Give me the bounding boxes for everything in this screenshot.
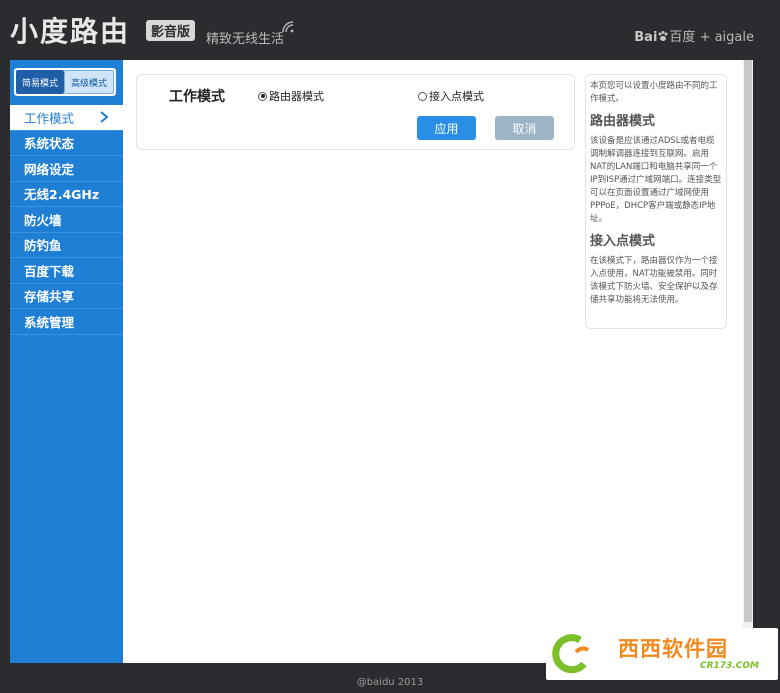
watermark-url: CR173.COM [700, 661, 759, 671]
cancel-button[interactable]: 取消 [495, 116, 554, 140]
simple-mode-button[interactable]: 简易模式 [16, 70, 64, 94]
help-panel: 本页您可以设置小度路由不同的工作模式。 路由器模式 该设备是应该通过ADSL或者… [585, 74, 727, 329]
sidebar-item-baidu-download[interactable]: 百度下载 [10, 258, 123, 284]
apply-button[interactable]: 应用 [417, 116, 476, 140]
sidebar-item-system-status[interactable]: 系统状态 [10, 131, 123, 156]
sidebar-item-label: 无线2.4GHz [24, 187, 100, 203]
sidebar-item-firewall[interactable]: 防火墙 [10, 207, 123, 233]
sidebar-item-storage-sharing[interactable]: 存储共享 [10, 284, 123, 309]
help-ap-text: 在该模式下，路由器仅作为一个接入点使用，NAT功能被禁用。同时该模式下防火墙、安… [590, 256, 718, 305]
sidebar-item-label: 防火墙 [24, 212, 62, 228]
work-mode-panel: 工作模式 路由器模式 接入点模式 应用 取消 [136, 74, 575, 150]
slogan: 精致无线生活 [206, 32, 285, 47]
help-intro: 本页您可以设置小度路由不同的工作模式。 [590, 81, 718, 104]
sidebar-item-label: 系统状态 [24, 136, 75, 152]
watermark-logo-icon [552, 634, 590, 674]
sidebar-item-label: 系统管理 [24, 314, 75, 330]
partner-aigale: + aigale [699, 30, 754, 45]
baidu-logo-cn: 百度 [669, 30, 696, 45]
radio-checked-icon [258, 91, 267, 101]
wifi-icon [282, 21, 294, 33]
baidu-paw-icon [658, 31, 668, 41]
mode-switch: 简易模式 高级模式 [14, 68, 116, 96]
sidebar-item-label: 防钓鱼 [24, 238, 62, 254]
main-frame: 简易模式 高级模式 工作模式 系统状态 网络设定 无线2.4GHz 防火墙 防钓… [10, 60, 753, 663]
scrollbar[interactable] [743, 60, 753, 663]
sidebar-item-label: 存储共享 [24, 289, 75, 305]
help-router-title: 路由器模式 [590, 114, 656, 129]
sidebar-item-label: 百度下载 [24, 263, 75, 279]
advanced-mode-button[interactable]: 高级模式 [64, 70, 114, 94]
access-point-mode-radio[interactable]: 接入点模式 [418, 88, 484, 104]
partner-logos: Bai 百度 + aigale [634, 26, 754, 45]
router-mode-radio[interactable]: 路由器模式 [258, 88, 324, 104]
help-ap-title: 接入点模式 [590, 234, 656, 249]
scrollbar-thumb[interactable] [744, 60, 752, 622]
header: 小度路由 影音版 精致无线生活 Bai 百度 + aigale [0, 0, 780, 60]
watermark-text: 西西软件园 [618, 637, 728, 661]
edition-badge: 影音版 [146, 20, 196, 41]
watermark: 西西软件园 CR173.COM [546, 628, 778, 680]
baidu-logo-text: Bai [634, 30, 658, 45]
sidebar-item-label: 网络设定 [24, 161, 75, 177]
sidebar-nav: 工作模式 系统状态 网络设定 无线2.4GHz 防火墙 防钓鱼 百度下载 存储共… [10, 105, 123, 335]
sidebar-item-label: 工作模式 [24, 110, 75, 126]
chevron-right-icon [100, 111, 109, 123]
sidebar: 简易模式 高级模式 工作模式 系统状态 网络设定 无线2.4GHz 防火墙 防钓… [10, 60, 123, 663]
sidebar-item-anti-phishing[interactable]: 防钓鱼 [10, 233, 123, 258]
sidebar-item-work-mode[interactable]: 工作模式 [10, 105, 123, 131]
sidebar-item-network-settings[interactable]: 网络设定 [10, 156, 123, 182]
sidebar-item-system-management[interactable]: 系统管理 [10, 309, 123, 335]
radio-unchecked-icon [418, 91, 427, 101]
router-mode-label: 路由器模式 [269, 90, 324, 103]
brand-title: 小度路由 [10, 15, 131, 48]
access-point-mode-label: 接入点模式 [429, 90, 484, 103]
help-router-text: 该设备是应该通过ADSL或者电缆调制解调器连接到互联网。启用NAT的LAN端口和… [590, 136, 722, 224]
page-title: 工作模式 [169, 89, 225, 105]
sidebar-item-wireless[interactable]: 无线2.4GHz [10, 182, 123, 207]
